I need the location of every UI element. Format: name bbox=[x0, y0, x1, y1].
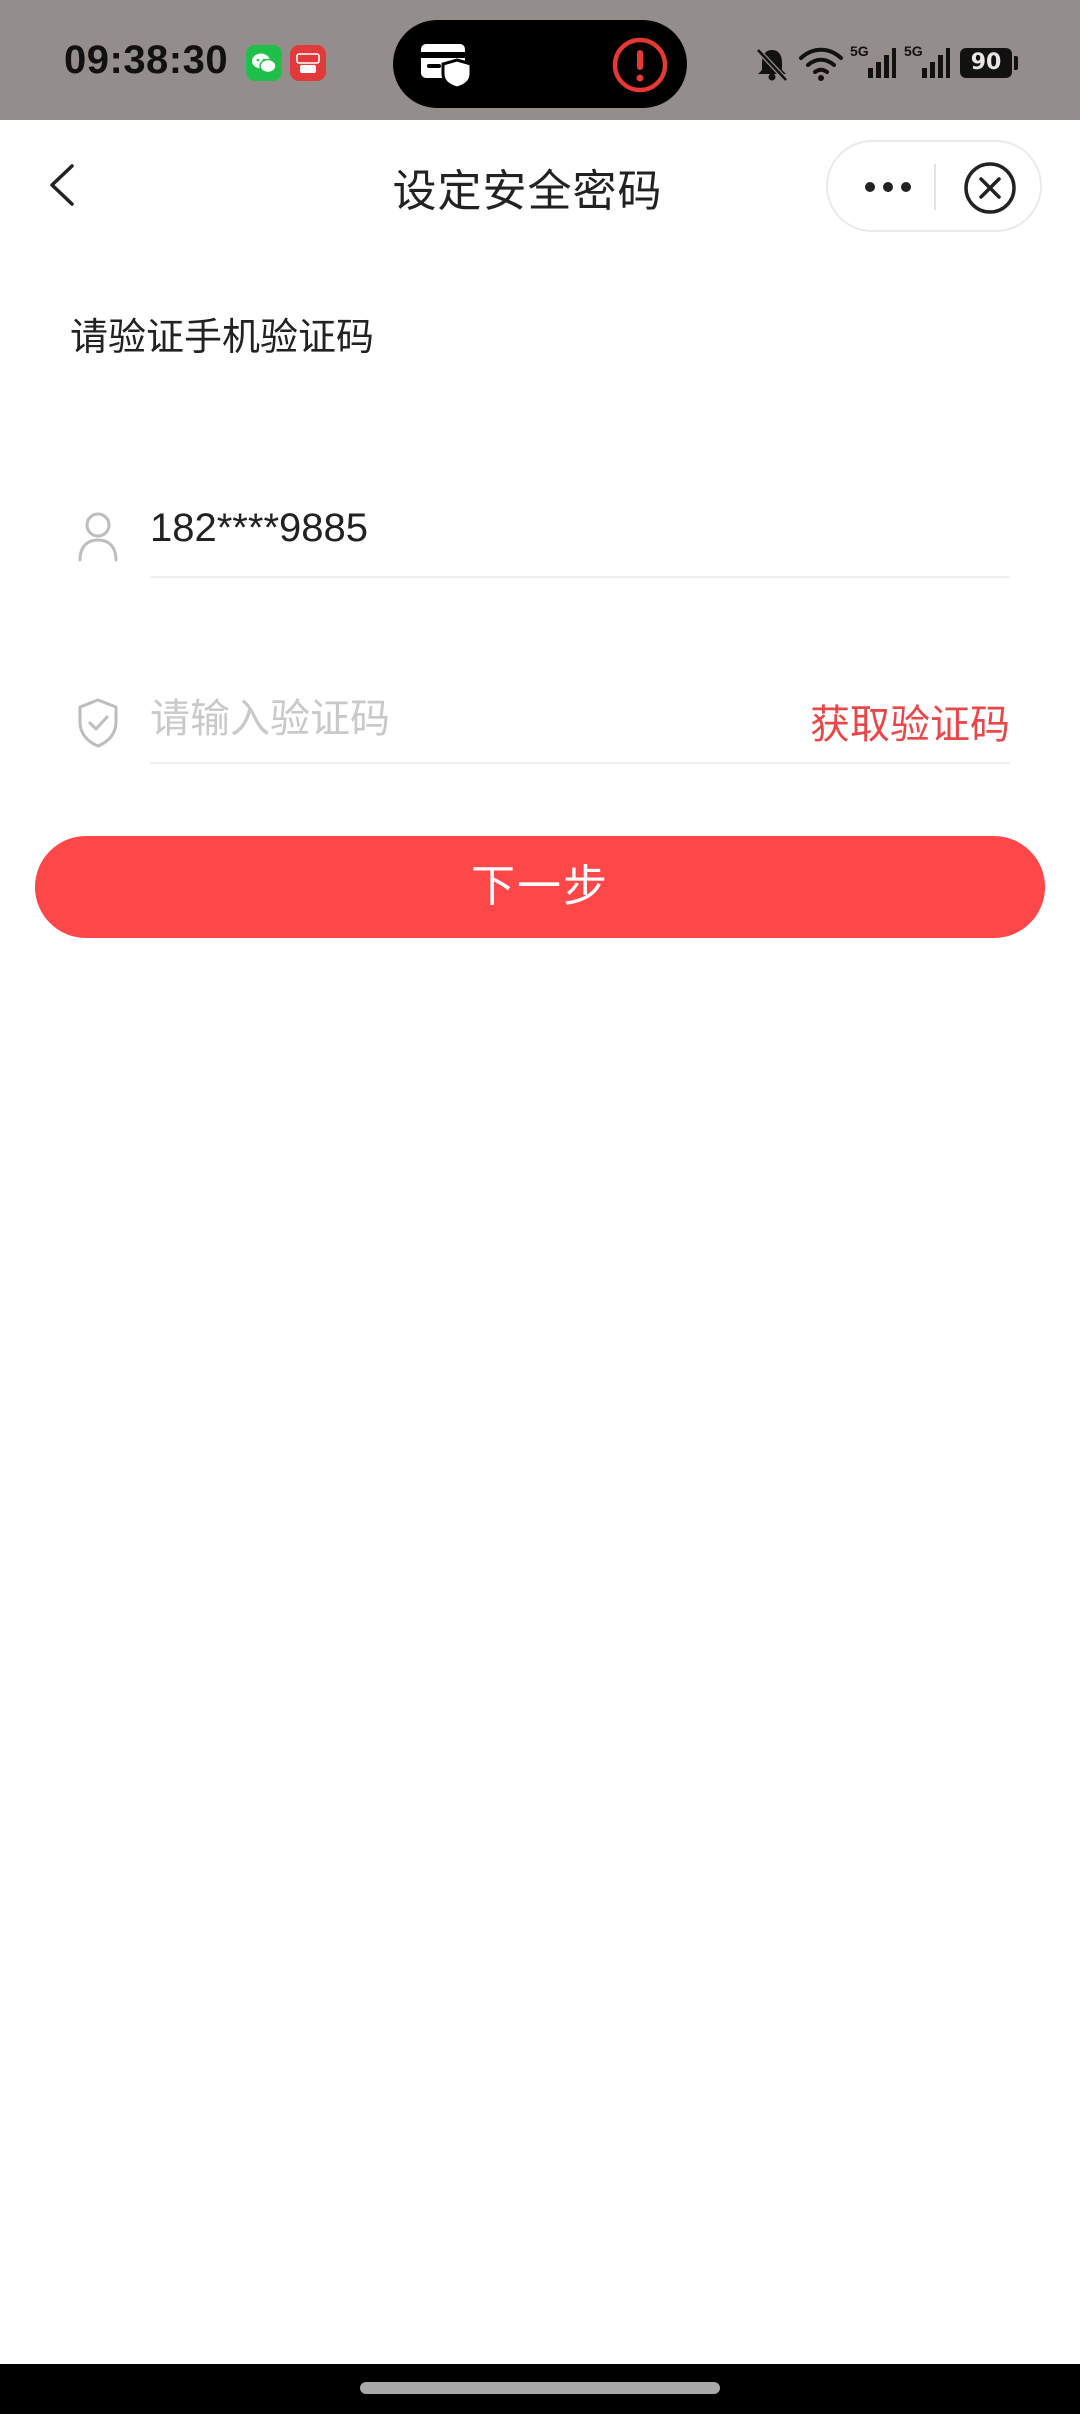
phone-row: 182****9885 bbox=[70, 488, 1010, 578]
phone-underline bbox=[150, 576, 1010, 578]
alert-icon bbox=[611, 36, 669, 98]
next-step-button[interactable]: 下一步 bbox=[35, 836, 1045, 938]
user-icon bbox=[74, 508, 122, 568]
phone-number: 182****9885 bbox=[150, 506, 368, 550]
bottom-system-bar bbox=[0, 2364, 1080, 2414]
close-button[interactable] bbox=[962, 160, 1018, 216]
nav-bar: 设定安全密码 bbox=[0, 120, 1080, 250]
shield-check-icon bbox=[74, 694, 122, 754]
more-button[interactable] bbox=[848, 162, 928, 212]
wallet-pay-icon bbox=[290, 45, 326, 81]
dynamic-island[interactable] bbox=[393, 20, 687, 108]
wechat-icon bbox=[246, 45, 282, 81]
capsule-divider bbox=[934, 164, 936, 210]
battery-indicator: 90 bbox=[960, 48, 1012, 78]
more-dots-icon bbox=[865, 182, 911, 192]
verification-code-input[interactable] bbox=[150, 688, 710, 750]
mute-bell-icon bbox=[752, 44, 792, 88]
status-time: 09:38:30 bbox=[64, 38, 229, 82]
card-shield-icon bbox=[417, 36, 477, 96]
signal-5g-icon-1: 5G bbox=[850, 42, 896, 86]
get-code-button[interactable]: 获取验证码 bbox=[810, 692, 1010, 750]
mini-program-capsule bbox=[826, 140, 1042, 232]
wifi-icon bbox=[798, 44, 844, 88]
code-row: 获取验证码 bbox=[70, 674, 1010, 764]
code-underline bbox=[150, 762, 1010, 764]
status-bar: 09:38:30 5G 5G 90 bbox=[0, 0, 1080, 120]
home-indicator[interactable] bbox=[360, 2382, 720, 2394]
close-circle-icon bbox=[964, 162, 1016, 214]
battery-tip bbox=[1014, 56, 1018, 70]
svg-text:5G: 5G bbox=[850, 43, 869, 59]
signal-5g-icon-2: 5G bbox=[904, 42, 950, 86]
verify-heading: 请验证手机验证码 bbox=[70, 315, 375, 359]
svg-text:5G: 5G bbox=[904, 43, 923, 59]
